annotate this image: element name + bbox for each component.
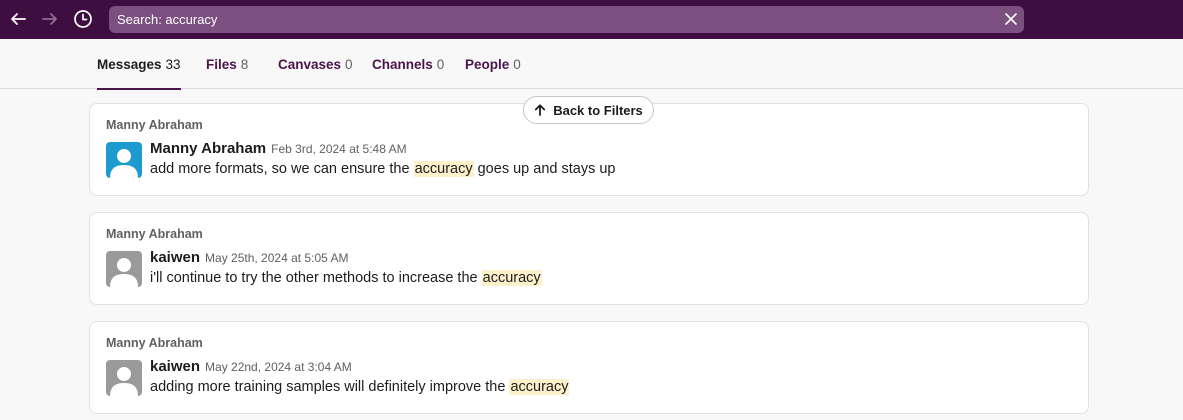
message-timestamp[interactable]: May 22nd, 2024 at 3:04 AM [205, 360, 352, 374]
tab-count: 8 [240, 56, 249, 72]
avatar[interactable] [106, 142, 142, 178]
result-channel-name: Manny Abraham [106, 336, 203, 350]
tab-count: 33 [165, 56, 181, 72]
clock-icon [74, 10, 92, 28]
result-channel-name: Manny Abraham [106, 118, 203, 132]
arrow-left-icon [11, 13, 26, 25]
message-author[interactable]: kaiwen [150, 358, 200, 375]
search-bar[interactable]: Search: accuracy [109, 6, 1024, 33]
tab-label: Channels [372, 56, 433, 72]
message-text-before: add more formats, so we can ensure the [150, 161, 414, 177]
history-button[interactable] [71, 7, 95, 31]
message-text: adding more training samples will defini… [150, 379, 570, 395]
avatar[interactable] [106, 360, 142, 396]
search-highlight: accuracy [509, 379, 570, 395]
search-tabs: Messages 33 Files 8 Canvases 0 Channels … [0, 39, 1183, 90]
tab-messages[interactable]: Messages 33 [97, 39, 181, 90]
message-timestamp[interactable]: Feb 3rd, 2024 at 5:48 AM [271, 142, 406, 156]
tab-channels[interactable]: Channels 0 [372, 39, 444, 89]
avatar[interactable] [106, 251, 142, 287]
back-to-filters-label: Back to Filters [553, 102, 643, 118]
message-text-before: i'll continue to try the other methods t… [150, 270, 482, 286]
tab-canvases[interactable]: Canvases 0 [278, 39, 353, 89]
close-icon[interactable] [1004, 12, 1018, 26]
result-channel-name: Manny Abraham [106, 227, 203, 241]
tab-label: Canvases [278, 56, 342, 72]
back-to-filters-button[interactable]: Back to Filters [523, 96, 654, 124]
message-author[interactable]: kaiwen [150, 249, 200, 266]
arrow-up-icon [535, 104, 546, 116]
tab-label: Files [206, 56, 237, 72]
tab-count: 0 [436, 56, 445, 72]
back-button[interactable] [6, 7, 30, 31]
tab-files[interactable]: Files 8 [206, 39, 248, 89]
message-text-before: adding more training samples will defini… [150, 379, 510, 395]
search-highlight: accuracy [413, 161, 474, 177]
message-text: i'll continue to try the other methods t… [150, 270, 542, 286]
top-bar: Search: accuracy [0, 0, 1183, 39]
forward-button[interactable] [38, 7, 62, 31]
message-text-after: goes up and stays up [473, 161, 616, 177]
tab-label: Messages [97, 56, 162, 72]
search-query: Search: accuracy [117, 12, 218, 27]
search-result-card[interactable]: Manny Abraham kaiwen May 22nd, 2024 at 3… [89, 321, 1089, 414]
message-author[interactable]: Manny Abraham [150, 140, 266, 157]
search-highlight: accuracy [481, 270, 542, 286]
tab-count: 0 [345, 56, 353, 72]
arrow-right-icon [42, 13, 57, 25]
tab-count: 0 [513, 56, 521, 72]
message-timestamp[interactable]: May 25th, 2024 at 5:05 AM [205, 251, 348, 265]
search-result-card[interactable]: Manny Abraham kaiwen May 25th, 2024 at 5… [89, 212, 1089, 305]
tab-people[interactable]: People 0 [465, 39, 521, 89]
tab-label: People [465, 56, 510, 72]
message-text: add more formats, so we can ensure the a… [150, 161, 615, 177]
